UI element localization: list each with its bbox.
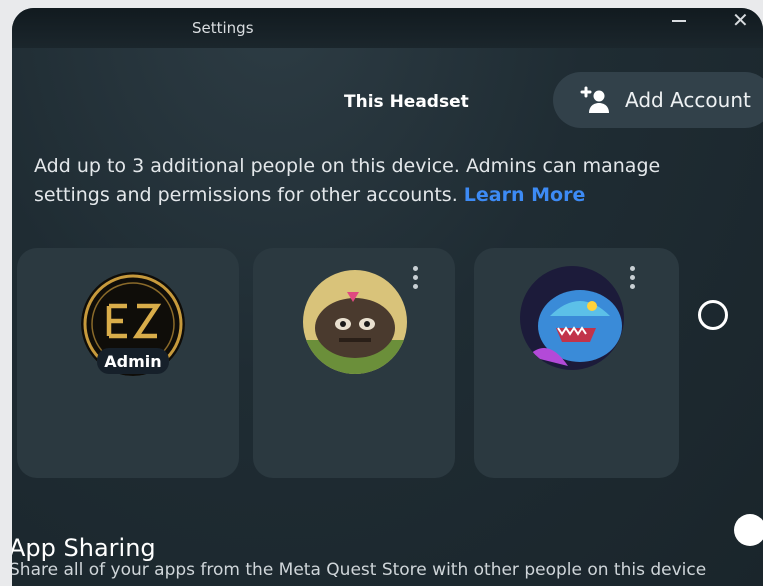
blue-dragon-avatar: [520, 266, 624, 370]
more-options-icon[interactable]: [413, 266, 419, 294]
window-title: Settings: [192, 19, 254, 37]
page-title: This Headset: [344, 92, 469, 112]
account-card[interactable]: [474, 248, 679, 478]
add-slot-radio[interactable]: [698, 300, 728, 330]
account-card-admin[interactable]: Admin: [17, 248, 239, 478]
add-account-button[interactable]: Add Account: [553, 72, 763, 128]
learn-more-link[interactable]: Learn More: [464, 184, 586, 206]
accounts-description: Add up to 3 additional people on this de…: [34, 152, 704, 210]
app-sharing-title: App Sharing: [12, 534, 156, 562]
more-options-icon[interactable]: [630, 266, 636, 294]
admin-badge: Admin: [97, 348, 169, 374]
title-bar: Settings ✕: [12, 8, 763, 48]
account-card[interactable]: [253, 248, 455, 478]
furry-creature-avatar: [303, 270, 407, 374]
minimize-icon[interactable]: [672, 20, 686, 22]
add-account-label: Add Account: [625, 88, 751, 112]
app-sharing-toggle[interactable]: [734, 514, 763, 546]
close-icon[interactable]: ✕: [732, 8, 749, 32]
settings-window: Settings ✕ This Headset Add Account Add …: [12, 8, 763, 586]
add-user-icon: [580, 86, 609, 113]
app-sharing-subtitle: Share all of your apps from the Meta Que…: [12, 560, 707, 580]
